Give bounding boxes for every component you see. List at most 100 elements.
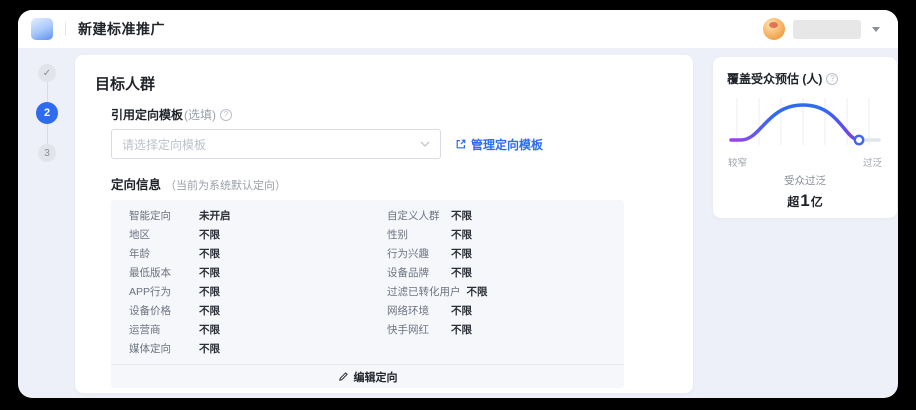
axis-label-broad: 过泛 [862,158,882,169]
targeting-row: 网络环境 不限 [387,301,614,320]
app-window: 新建标准推广 ✓ 2 3 目标人群 引用定向模板 (选填) ? 请选择定向模板 … [18,10,898,398]
targeting-row-label: 行为兴趣 [387,248,429,260]
pencil-icon [338,372,348,381]
bell-curve-svg [729,98,881,146]
targeting-row-value: 不限 [451,324,472,336]
targeting-row-value: 不限 [199,267,220,279]
targeting-row-value: 不限 [451,305,472,317]
targeting-summary-columns: 智能定向 未开启 地区 不限 年龄 不限 最低版本 不限 APP行为 不限 设备… [111,206,624,362]
targeting-row-label: 地区 [129,229,150,241]
targeting-row-value: 不限 [451,229,472,241]
targeting-row-value: 不限 [451,267,472,279]
targeting-row-label: 智能定向 [129,210,171,222]
manage-templates-label: 管理定向模板 [471,137,544,152]
step-3-pending[interactable]: 3 [38,144,56,162]
targeting-row-value: 不限 [451,210,472,222]
estimate-value-number: 1 [800,191,810,210]
user-avatar[interactable] [763,18,785,40]
targeting-row: 智能定向 未开启 [129,206,387,225]
stepper: ✓ 2 3 [36,64,58,162]
targeting-summary-left-column: 智能定向 未开启 地区 不限 年龄 不限 最低版本 不限 APP行为 不限 设备… [129,206,387,358]
step-2-active[interactable]: 2 [36,102,58,124]
targeting-row-value: 不限 [199,286,220,298]
section-title: 目标人群 [95,76,156,93]
targeting-row-label: 媒体定向 [129,343,171,355]
targeting-row: 过滤已转化用户 不限 [387,282,614,301]
chevron-down-icon [420,141,430,147]
targeting-row: 性别 不限 [387,225,614,244]
estimate-value-unit: 亿 [810,195,823,209]
targeting-row-label: 网络环境 [387,305,429,317]
targeting-row-value: 不限 [199,324,220,336]
page-body: ✓ 2 3 目标人群 引用定向模板 (选填) ? 请选择定向模板 管理定向模板 … [18,48,898,398]
targeting-row-value: 不限 [199,229,220,241]
targeting-row-value: 不限 [199,305,220,317]
user-name-pill[interactable] [793,19,861,39]
targeting-row-label: 运营商 [129,324,161,336]
step-connector [46,82,48,102]
targeting-row: 自定义人群 不限 [387,206,614,225]
targeting-row: 设备价格 不限 [129,301,387,320]
optional-hint: (选填) [184,108,217,122]
bell-curve-path [729,103,861,142]
targeting-row: 设备品牌 不限 [387,263,614,282]
manage-templates-link[interactable]: 管理定向模板 [455,136,543,153]
curve-marker[interactable] [853,134,865,146]
targeting-row-label: 性别 [387,229,408,241]
targeting-template-select[interactable]: 请选择定向模板 [111,129,441,159]
top-header: 新建标准推广 [18,10,898,48]
targeting-row-label: 年龄 [129,248,150,260]
page-title: 新建标准推广 [78,21,165,37]
estimate-title: 覆盖受众预估 (人) [727,72,823,86]
external-link-icon [456,139,466,149]
targeting-row: 快手网红 不限 [387,320,614,339]
check-icon: ✓ [42,67,52,79]
audience-card: 目标人群 引用定向模板 (选填) ? 请选择定向模板 管理定向模板 定向信息 （… [75,55,693,393]
targeting-info-note: （当前为系统默认定向） [165,180,287,192]
estimate-title-row: 覆盖受众预估 (人) ? [727,70,883,87]
targeting-row-label: 快手网红 [387,324,429,336]
app-logo [31,18,53,40]
estimate-value: 超1亿 [727,191,883,211]
audience-form: 引用定向模板 (选填) ? 请选择定向模板 管理定向模板 定向信息 （当前为系统… [111,106,673,388]
header-divider [65,22,66,36]
step-1-done[interactable]: ✓ [38,64,56,82]
targeting-row-value: 不限 [199,343,220,355]
audience-status-label: 受众过泛 [784,175,826,187]
targeting-row-label: APP行为 [129,286,172,298]
targeting-row: 媒体定向 不限 [129,339,387,358]
curve-axis-labels: 较窄 过泛 [727,155,883,169]
targeting-row-label: 设备品牌 [387,267,429,279]
template-field-label-row: 引用定向模板 (选填) ? [111,106,673,123]
estimate-card: 覆盖受众预估 (人) ? 较窄 过泛 受众过泛 超1亿 [713,57,897,218]
targeting-row-value: 不限 [466,286,488,298]
targeting-row-label: 设备价格 [129,305,171,317]
edit-targeting-button[interactable]: 编辑定向 [111,365,624,388]
user-menu[interactable] [763,18,880,40]
targeting-row-label: 最低版本 [129,267,171,279]
help-icon[interactable]: ? [826,72,839,85]
targeting-row: 地区 不限 [129,225,387,244]
targeting-row-value: 不限 [451,248,472,260]
targeting-row-value: 未开启 [199,210,231,222]
select-placeholder: 请选择定向模板 [122,137,207,152]
audience-curve-chart: 较窄 过泛 受众过泛 超1亿 [727,95,883,211]
caret-down-icon[interactable] [872,26,880,32]
template-field-label: 引用定向模板 [111,108,184,122]
targeting-info-header: 定向信息 （当前为系统默认定向） [111,174,673,193]
targeting-row: 运营商 不限 [129,320,387,339]
targeting-row-label: 过滤已转化用户 [387,286,461,298]
step-connector [46,124,48,144]
targeting-row: 最低版本 不限 [129,263,387,282]
targeting-row: APP行为 不限 [129,282,387,301]
help-icon[interactable]: ? [220,108,233,121]
targeting-row-label: 自定义人群 [387,210,440,222]
template-select-row: 请选择定向模板 管理定向模板 [111,129,673,159]
targeting-row: 行为兴趣 不限 [387,244,614,263]
targeting-row: 年龄 不限 [129,244,387,263]
edit-targeting-label: 编辑定向 [353,371,398,384]
axis-label-narrow: 较窄 [728,158,748,169]
targeting-row-value: 不限 [199,248,220,260]
targeting-summary-box: 智能定向 未开启 地区 不限 年龄 不限 最低版本 不限 APP行为 不限 设备… [111,200,624,388]
targeting-summary-right-column: 自定义人群 不限 性别 不限 行为兴趣 不限 设备品牌 不限 过滤已转化用户 不… [387,206,614,358]
